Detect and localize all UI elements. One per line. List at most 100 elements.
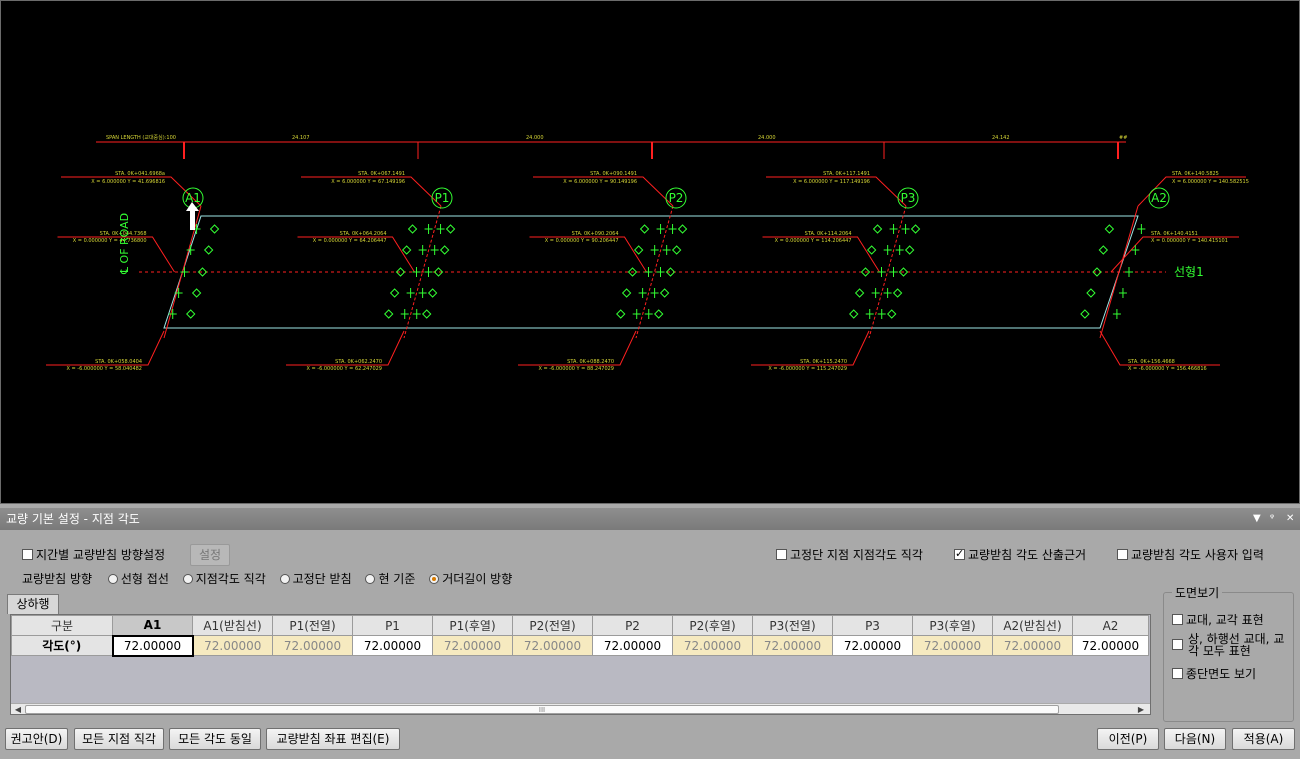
radio-right-angle-button[interactable] [182,574,193,584]
view-option-abutment-pier[interactable]: 교대, 교각 표현 [1172,611,1264,628]
radio-right-angle[interactable]: 지점각도 직각 [182,572,266,586]
view-option-both-lines[interactable]: 상, 하행선 교대, 교각 모두 표현 [1172,633,1292,657]
bearing-direction-row: 교량받침 방향 선형 접선 지점각도 직각 고정단 받침 현 기준 거더길이 방… [22,570,512,587]
sta-bot-subtext: X = -6.000000 Y = 62.247029 [306,366,382,372]
radio-fixed-bearing-button[interactable] [279,574,290,584]
all-right-angle-button[interactable]: 모든 지점 직각 [74,728,164,750]
grid-column-header[interactable]: P3(후열) [912,615,993,636]
grid-angle-cell[interactable]: 72.00000 [352,635,433,656]
cad-drawing-view[interactable]: SPAN LENGTH (교대중심):100 24.107 24.000 24.… [0,0,1300,504]
support-label-p1: P1 [435,191,450,205]
recommend-button[interactable]: 권고안(D) [5,728,68,750]
setting-button[interactable]: 설정 [190,544,230,566]
sta-bot-text: STA. 0K+058.0404 [95,359,142,365]
user-angle-option[interactable]: 교량받침 각도 사용자 입력 [1117,546,1264,563]
view-option-both-lines-label: 상, 하행선 교대, 교각 모두 표현 [1188,632,1285,658]
radio-girder-length[interactable]: 거더길이 방향 [429,572,512,586]
fixed-right-angle-option[interactable]: 고정단 지점 지점각도 직각 [776,546,923,563]
span-direction-checkbox[interactable] [22,549,33,560]
grid-column-header[interactable]: P1(전열) [272,615,353,636]
view-options-group: 도면보기 교대, 교각 표현 상, 하행선 교대, 교각 모두 표현 종단면도 … [1163,584,1294,722]
bearing-diamond [654,309,664,319]
sta-bot-subtext: X = -6.000000 Y = 58.040482 [66,366,142,372]
grid-angle-cell[interactable]: 72.00000 [832,635,913,656]
next-button[interactable]: 다음(N) [1164,728,1226,750]
sta-top-subtext: X = 6.000000 Y = 67.149196 [331,179,405,185]
bearing-diamond [849,309,859,319]
bearing-diamond [401,245,412,255]
radio-chord[interactable]: 현 기준 [365,572,415,586]
grid-column-header[interactable]: A1 [112,615,193,636]
radio-right-angle-label: 지점각도 직각 [195,572,266,586]
bearing-diamond [671,245,682,255]
grid-column-header[interactable]: P2 [592,615,673,636]
span-header-text: SPAN LENGTH (교대중심):100 [106,134,176,141]
angle-basis-checkbox[interactable] [954,547,965,560]
grid-angle-cell[interactable]: 72.00000 [111,634,194,657]
bearing-diamond [659,288,670,298]
grid-header-row: 구분 A1 A1(받침선) P1(전열) P1 P1(후열) P2(전열) P2 P2(후열)… [11,615,1149,636]
sta-bot-text: STA. 0K+156.4668 [1128,359,1175,365]
grid-column-header[interactable]: P1(후열) [432,615,513,636]
sta-top-text: STA. 0K+090.1491 [590,171,637,177]
view-option-profile-label: 종단면도 보기 [1186,667,1257,681]
grid-column-header[interactable]: P3 [832,615,913,636]
panel-titlebar[interactable]: 교량 기본 설정 - 지점 각도 ▼ ᵠ ✕ [0,508,1300,530]
span-value: 24.142 [992,135,1010,141]
user-angle-checkbox[interactable] [1117,549,1128,560]
radio-chord-button[interactable] [365,574,376,584]
angle-grid[interactable]: 구분 A1 A1(받침선) P1(전열) P1 P1(후열) P2(전열) P2 P2(후열)… [10,614,1151,715]
bearing-diamond [209,224,220,234]
grid-angle-cell: 72.00000 [672,635,753,656]
grid-value-row: 각도(°) 72.00000 72.00000 72.00000 72.00000 72… [11,634,1149,657]
fixed-right-angle-checkbox[interactable] [776,549,787,560]
radio-girder-length-label: 거더길이 방향 [442,572,513,586]
view-option-profile[interactable]: 종단면도 보기 [1172,665,1256,682]
bearing-diamond [1104,224,1115,234]
grid-angle-cell: 72.00000 [272,635,353,656]
grid-column-header[interactable]: P2(전열) [512,615,593,636]
grid-column-header[interactable]: A2(받침선) [992,615,1073,636]
scroll-thumb[interactable]: III [25,705,1059,714]
view-option-both-lines-checkbox[interactable] [1172,639,1183,650]
dropdown-icon[interactable]: ▼ [1253,508,1261,530]
grid-angle-cell[interactable]: 72.00000 [1072,635,1149,656]
bearing-diamond [427,288,438,298]
horizontal-scrollbar[interactable]: ◀ III ▶ [11,703,1150,714]
grid-angle-cell: 72.00000 [432,635,513,656]
all-same-angle-button[interactable]: 모든 각도 동일 [169,728,261,750]
edit-bearing-coords-button[interactable]: 교량받침 좌표 편집(E) [266,728,400,750]
radio-girder-length-button[interactable] [429,574,440,584]
radio-tangent[interactable]: 선형 접선 [107,572,169,586]
close-icon[interactable]: ✕ [1286,508,1294,530]
sta-mid-subtext: X = 0.000000 Y = 64.206447 [313,238,387,244]
sta-top-subtext: X = 6.000000 Y = 140.582515 [1172,179,1249,185]
pin-icon[interactable]: ᵠ [1270,508,1274,530]
view-option-abutment-pier-checkbox[interactable] [1172,614,1183,625]
view-option-abutment-pier-label: 교대, 교각 표현 [1186,613,1264,627]
radio-fixed-bearing[interactable]: 고정단 받침 [279,572,352,586]
span-direction-option[interactable]: 지간별 교량받침 방향설정 [22,546,165,563]
apply-button[interactable]: 적용(A) [1232,728,1295,750]
prev-button[interactable]: 이전(P) [1097,728,1159,750]
grid-column-header[interactable]: P3(전열) [752,615,833,636]
angle-basis-label: 교량받침 각도 산출근거 [968,548,1087,562]
angle-basis-option[interactable]: 교량받침 각도 산출근거 [954,546,1086,563]
grid-column-header[interactable]: A1(받침선) [192,615,273,636]
grid-angle-cell[interactable]: 72.00000 [592,635,673,656]
grid-column-header[interactable]: P2(후열) [672,615,753,636]
grid-column-header[interactable]: A2 [1072,615,1149,636]
bearing-diamond [854,288,865,298]
bearing-diamond [866,245,877,255]
sta-top-text: STA. 0K+041.6968a [115,171,165,177]
scroll-right-icon[interactable]: ▶ [1135,704,1147,714]
radio-tangent-button[interactable] [107,574,118,584]
tab-up-down-line[interactable]: 상하행 [7,594,59,614]
grid-row-header: 각도(°) [11,635,113,656]
bearing-diamond [677,224,688,234]
angle-table: 구분 A1 A1(받침선) P1(전열) P1 P1(후열) P2(전열) P2 P2(후열)… [11,615,1149,657]
grid-angle-cell: 72.00000 [512,635,593,656]
view-option-profile-checkbox[interactable] [1172,668,1183,679]
grid-column-header[interactable]: P1 [352,615,433,636]
scroll-left-icon[interactable]: ◀ [12,704,24,714]
